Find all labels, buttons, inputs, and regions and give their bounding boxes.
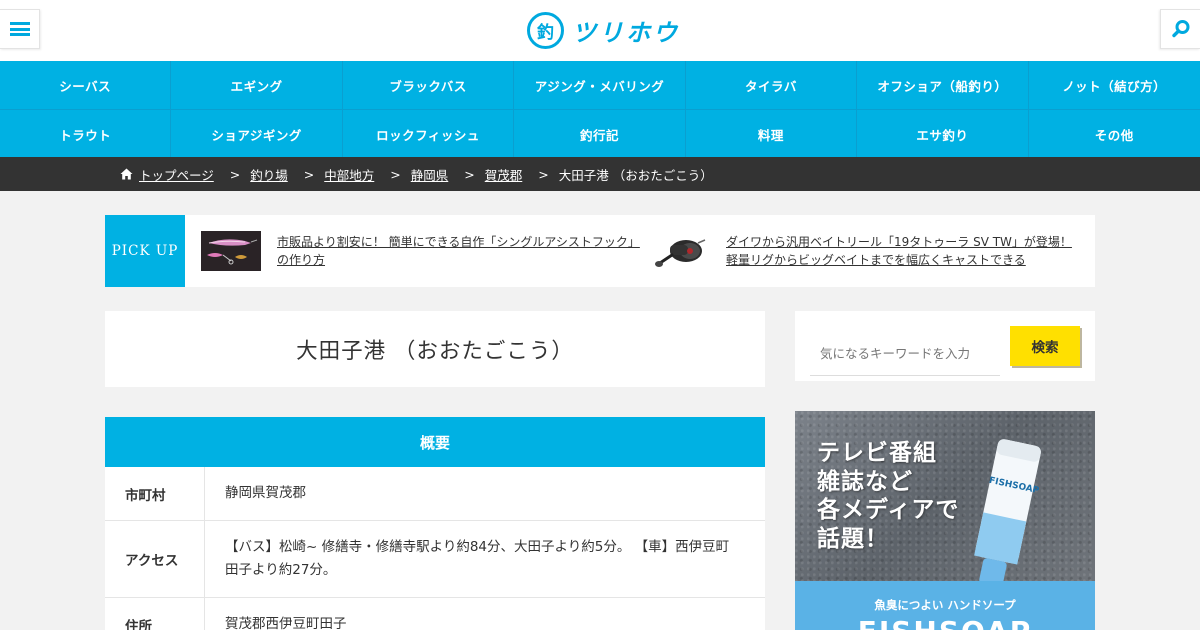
pickup-article[interactable]: ダイワから汎用ベイトリール「19タトゥーラ SV TW」が登場！軽量リグからビッ… [650, 231, 1090, 271]
site-logo[interactable]: 釣 ツリホウ [527, 11, 680, 49]
breadcrumb-separator: > [303, 166, 315, 182]
pickup-article-title: 市販品より割安に！ 簡単にできる自作「シングルアシストフック」の作り方 [277, 235, 640, 267]
breadcrumb-home: トップページ [120, 165, 214, 184]
pickup-bar: PICK UP 市販品より割安に！ 簡単にできる自作「シングルアシストフック」の… [105, 215, 1095, 287]
sidebar-search: 検索 [795, 311, 1095, 381]
ad-headline-line: 雑誌など [817, 468, 913, 495]
logo-text: ツリホウ [572, 18, 680, 47]
category-nav-row: トラウト ショアジギング ロックフィッシュ 釣行記 料理 エサ釣り その他 [0, 109, 1200, 158]
breadcrumb: トップページ > 釣り場 > 中部地方 > 静岡県 > 賀茂郡 > 大田子港 （… [0, 157, 1200, 191]
pickup-article[interactable]: 市販品より割安に！ 簡単にできる自作「シングルアシストフック」の作り方 [201, 231, 641, 271]
ad-headline: テレビ番組 雑誌など 各メディアで 話題！ [817, 439, 959, 553]
nav-item-offshore[interactable]: オフショア（船釣り） [857, 61, 1029, 109]
category-nav-row: シーバス エギング ブラックバス アジング・メバリング タイラバ オフショア（船… [0, 61, 1200, 109]
ad-brand: FISHSOAP [795, 615, 1095, 630]
search-button[interactable]: 検索 [1010, 326, 1080, 366]
baitcast-reel-thumbnail [650, 231, 710, 271]
search-input[interactable] [810, 332, 1000, 376]
logo-mark-icon: 釣 [527, 11, 564, 49]
breadcrumb-current: 大田子港 （おおたごこう） [558, 167, 713, 183]
nav-item-trout[interactable]: トラウト [0, 110, 172, 158]
nav-item-cooking[interactable]: 料理 [686, 110, 858, 158]
breadcrumb-link-top[interactable]: トップページ [139, 165, 214, 184]
fishsoap-ad-banner[interactable]: FISHSOAP テレビ番組 雑誌など 各メディアで 話題！ 魚臭につよい ハン… [795, 411, 1095, 630]
header-search-button[interactable] [1160, 9, 1200, 49]
category-nav: シーバス エギング ブラックバス アジング・メバリング タイラバ オフショア（船… [0, 61, 1200, 158]
menu-button[interactable] [0, 9, 40, 49]
nav-item-tairaba[interactable]: タイラバ [686, 61, 858, 109]
page-title-box: 大田子港 （おおたごこう） [105, 311, 765, 387]
nav-item-fishing-report[interactable]: 釣行記 [514, 110, 686, 158]
assist-hook-thumbnail [201, 231, 261, 271]
breadcrumb-link-spots[interactable]: 釣り場 [250, 165, 288, 184]
nav-item-other[interactable]: その他 [1029, 110, 1200, 158]
nav-item-blackbass[interactable]: ブラックバス [343, 61, 515, 109]
breadcrumb-link-kamo[interactable]: 賀茂郡 [485, 165, 523, 184]
table-value-municipality: 静岡県賀茂郡 [225, 485, 306, 501]
table-row: アクセス 【バス】松崎~ 修繕寺・修繕寺駅より約84分、大田子より約5分。 【車… [105, 521, 765, 598]
nav-item-shore-jigging[interactable]: ショアジギング [171, 110, 343, 158]
table-key-address: 住所 [105, 598, 205, 630]
ad-headline-line: 話題！ [817, 525, 889, 552]
nav-item-bait-fishing[interactable]: エサ釣り [857, 110, 1029, 158]
breadcrumb-link-chubu[interactable]: 中部地方 [324, 165, 374, 184]
table-key-access: アクセス [105, 521, 205, 597]
home-icon [120, 168, 133, 180]
nav-item-ajing-mebaring[interactable]: アジング・メバリング [514, 61, 686, 109]
page-title: 大田子港 （おおたごこう） [296, 338, 574, 364]
breadcrumb-separator: > [464, 166, 475, 182]
table-value-address: 賀茂郡西伊豆町田子 [225, 616, 347, 630]
hamburger-icon [9, 22, 30, 36]
nav-item-rockfish[interactable]: ロックフィッシュ [343, 110, 515, 158]
ad-headline-line: テレビ番組 [817, 440, 937, 466]
breadcrumb-separator: > [229, 166, 241, 182]
overview-table: 概要 市町村 静岡県賀茂郡 アクセス 【バス】松崎~ 修繕寺・修繕寺駅より約84… [105, 417, 765, 630]
breadcrumb-separator: > [390, 166, 401, 182]
ad-subline: 魚臭につよい ハンドソープ [874, 598, 1016, 612]
site-header: 釣 ツリホウ [0, 0, 1200, 61]
ad-headline-line: 各メディアで [817, 497, 960, 523]
nav-item-knots[interactable]: ノット（結び方） [1029, 61, 1200, 109]
overview-heading: 概要 [105, 417, 765, 467]
nav-item-seabass[interactable]: シーバス [0, 61, 172, 109]
table-key-municipality: 市町村 [105, 467, 205, 520]
table-row: 住所 賀茂郡西伊豆町田子 [105, 598, 765, 630]
table-value-access: 【バス】松崎~ 修繕寺・修繕寺駅より約84分、大田子より約5分。 【車】西伊豆町… [225, 539, 730, 578]
pickup-label: PICK UP [105, 215, 185, 287]
nav-item-eging[interactable]: エギング [171, 61, 343, 109]
breadcrumb-separator: > [538, 166, 549, 182]
pickup-article-title: ダイワから汎用ベイトリール「19タトゥーラ SV TW」が登場！軽量リグからビッ… [726, 235, 1072, 267]
table-row: 市町村 静岡県賀茂郡 [105, 467, 765, 521]
search-icon [1171, 20, 1189, 38]
breadcrumb-link-shizuoka[interactable]: 静岡県 [411, 165, 449, 184]
